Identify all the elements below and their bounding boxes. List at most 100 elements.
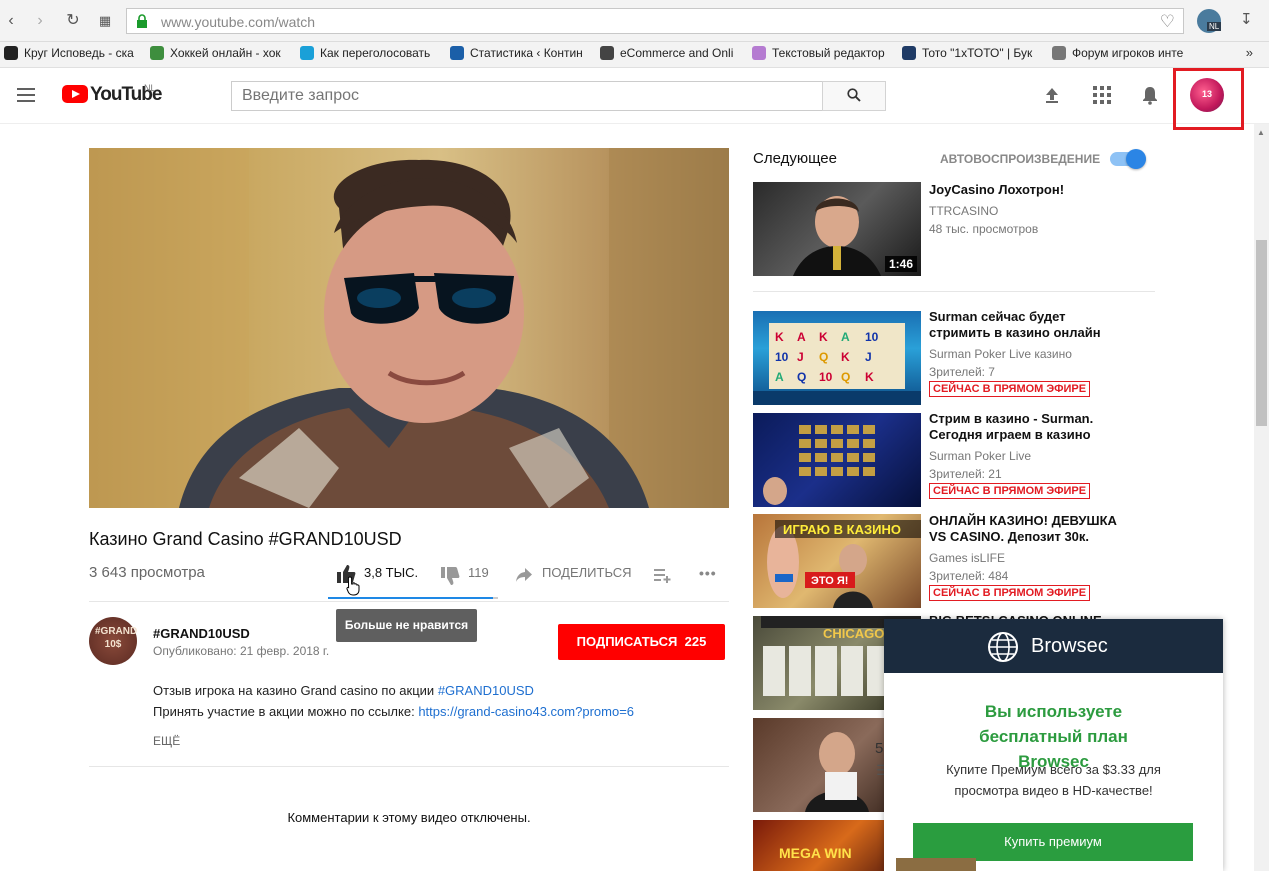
svg-text:A: A (775, 370, 784, 384)
related-video-title[interactable]: Surman сейчас будет стримить в казино он… (929, 309, 1129, 341)
related-video-title[interactable]: ОНЛАЙН КАЗИНО! ДЕВУШКА VS CASINO. Депози… (929, 513, 1129, 545)
bookmark-item[interactable]: Статистика ‹ Контин (450, 46, 588, 64)
related-video-channel[interactable]: Surman Poker Live казино (929, 347, 1072, 361)
bookmark-item[interactable]: Круг Исповедь - ска (4, 46, 140, 64)
add-to-playlist-icon[interactable] (654, 567, 672, 583)
bookmark-favicon-icon (4, 46, 18, 60)
related-video-channel[interactable]: Surman Poker Live (929, 449, 1031, 463)
autoplay-toggle-knob[interactable] (1126, 149, 1146, 169)
url-text: www.youtube.com/watch (161, 14, 316, 30)
published-date: Опубликовано: 21 февр. 2018 г. (153, 644, 330, 658)
download-icon[interactable]: ↧ (1240, 10, 1253, 28)
bookmark-label: Форум игроков инте (1072, 46, 1184, 60)
masthead: YouTube NL (0, 68, 1269, 124)
related-video-title[interactable]: JoyCasino Лохотрон! (929, 182, 1129, 198)
mouse-cursor-icon (346, 576, 360, 596)
svg-text:A: A (797, 330, 806, 344)
subscribe-button[interactable]: ПОДПИСАТЬСЯ 225 (558, 624, 725, 660)
thumbnail-overlay-text: ИГРАЮ В КАЗИНО (783, 522, 901, 537)
browsec-body: Купите Премиум всего за $3.33 для просмо… (884, 759, 1223, 801)
address-bar[interactable]: www.youtube.com/watch ♡ (126, 8, 1184, 34)
related-video-views: 48 тыс. просмотров (929, 222, 1039, 236)
related-video-thumbnail[interactable] (753, 413, 921, 507)
bookmarks-more-icon[interactable]: » (1246, 45, 1253, 60)
share-button[interactable]: ПОДЕЛИТЬСЯ (542, 565, 631, 580)
video-duration: 1:46 (884, 256, 917, 272)
upload-icon[interactable] (1042, 85, 1062, 105)
notifications-bell-icon[interactable] (1140, 85, 1160, 105)
related-video-viewers: Зрителей: 7 (929, 365, 995, 379)
related-video-thumbnail[interactable]: ИГРАЮ В КАЗИНО ЭТО Я! (753, 514, 921, 608)
live-badge: СЕЙЧАС В ПРЯМОМ ЭФИРЕ (929, 585, 1091, 601)
browsec-popup: Browsec Вы используете бесплатный план B… (884, 619, 1223, 871)
youtube-logo-icon[interactable] (62, 85, 88, 103)
lock-icon (137, 14, 147, 28)
hashtag-link[interactable]: #GRAND10USD (438, 683, 534, 698)
video-frame-image (89, 148, 729, 508)
browsec-body-text: Купите Премиум всего за $3.33 для просмо… (946, 762, 1161, 798)
region-label: NL (144, 83, 156, 93)
related-video-channel[interactable]: TTRCASINO (929, 204, 998, 218)
related-video-thumbnail[interactable]: K A K A 10 10 J Q K J A Q 10 Q K (753, 311, 921, 405)
share-icon[interactable] (515, 567, 533, 583)
divider (89, 766, 729, 767)
browser-toolbar: ‹ › ↻ ▦ www.youtube.com/watch ♡ NL ↧ (0, 0, 1269, 42)
search-input[interactable] (231, 81, 823, 111)
heart-icon[interactable]: ♡ (1160, 12, 1175, 32)
back-icon[interactable]: ‹ (0, 10, 22, 32)
svg-text:K: K (865, 370, 874, 384)
promo-link[interactable]: https://grand-casino43.com?promo=6 (418, 704, 634, 719)
svg-text:10: 10 (775, 350, 789, 364)
related-video-channel[interactable]: Games isLIFE (929, 551, 1005, 565)
bookmark-label: Хоккей онлайн - хок (170, 46, 281, 60)
bookmark-item[interactable]: Тото "1xТОТО" | Бук (902, 46, 1040, 64)
menu-icon[interactable] (17, 88, 35, 102)
apps-icon[interactable] (1092, 85, 1112, 105)
divider (89, 601, 729, 602)
browsec-header: Browsec (884, 619, 1223, 673)
forward-icon[interactable]: › (29, 10, 51, 32)
show-more-button[interactable]: ЕЩЁ (153, 734, 180, 748)
video-player[interactable] (89, 148, 729, 508)
bookmark-favicon-icon (450, 46, 464, 60)
description-text: Отзыв игрока на казино Grand casino по а… (153, 683, 438, 698)
svg-text:Q: Q (819, 350, 828, 364)
apps-grid-icon[interactable]: ▦ (94, 10, 116, 32)
thumbs-down-icon[interactable] (440, 566, 460, 586)
bookmark-item[interactable]: eCommerce and Onli (600, 46, 738, 64)
bookmark-item[interactable]: Как переголосовать (300, 46, 436, 64)
svg-text:J: J (797, 350, 804, 364)
browsec-brand: Browsec (1031, 635, 1108, 657)
buy-premium-button[interactable]: Купить премиум (913, 823, 1193, 861)
like-tooltip: Больше не нравится (336, 609, 477, 642)
comments-disabled-notice: Комментарии к этому видео отключены. (287, 810, 531, 825)
scroll-up-arrow-icon[interactable]: ▲ (1257, 128, 1265, 137)
reload-icon[interactable]: ↻ (62, 10, 84, 32)
sentiment-bar-fill (328, 597, 493, 599)
subscriber-count: 225 (684, 634, 707, 649)
autoplay-label: АВТОВОСПРОИЗВЕДЕНИЕ (940, 152, 1101, 166)
more-actions-icon[interactable]: ••• (699, 565, 717, 581)
description-line-2: Принять участие в акции можно по ссылке:… (153, 704, 634, 719)
related-video-thumbnail[interactable]: 1:46 (753, 182, 921, 276)
bookmark-item[interactable]: Хоккей онлайн - хок (150, 46, 288, 64)
bookmark-favicon-icon (902, 46, 916, 60)
search-button[interactable] (822, 81, 886, 111)
channel-name[interactable]: #GRAND10USD (153, 626, 250, 641)
svg-text:A: A (841, 330, 850, 344)
live-badge: СЕЙЧАС В ПРЯМОМ ЭФИРЕ (929, 483, 1091, 499)
svg-text:Q: Q (841, 370, 850, 384)
up-next-heading: Следующее (753, 150, 837, 167)
dislike-count: 119 (468, 565, 489, 580)
bookmark-item[interactable]: Текстовый редактор (752, 46, 888, 64)
svg-text:10: 10 (819, 370, 833, 384)
related-video-title[interactable]: Стрим в казино - Surman. Сегодня играем … (929, 411, 1129, 443)
thumbnail-image: ИГРАЮ В КАЗИНО ЭТО Я! (767, 520, 921, 608)
svg-text:K: K (775, 330, 784, 344)
browsec-strip (896, 858, 976, 871)
description-line-1: Отзыв игрока на казино Grand casino по а… (153, 683, 534, 698)
scrollbar-thumb[interactable] (1256, 240, 1267, 426)
bookmark-favicon-icon (150, 46, 164, 60)
bookmark-item[interactable]: Форум игроков инте (1052, 46, 1190, 64)
scrollbar-track[interactable] (1254, 124, 1269, 871)
